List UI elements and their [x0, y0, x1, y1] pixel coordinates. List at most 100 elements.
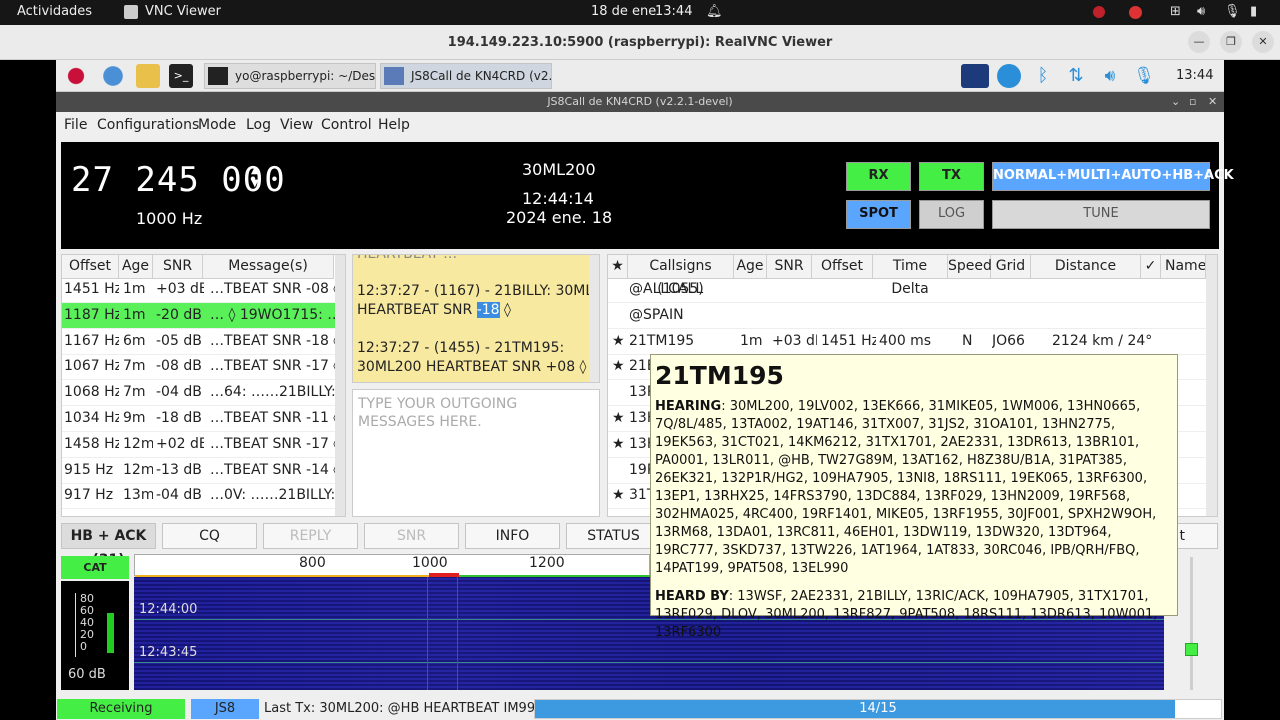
tray-app-icon[interactable] [1129, 6, 1142, 19]
row-message: …64: ……21BILLY: … [210, 384, 335, 401]
app-menu[interactable]: VNC Viewer [145, 4, 221, 19]
vnc-server-icon[interactable] [961, 64, 989, 88]
system-date[interactable]: 18 de ene [591, 4, 656, 19]
band-row[interactable]: 915 Hz 12m -13 dB …TBEAT SNR -14 ◊ [62, 458, 335, 484]
raspberry-menu-icon[interactable] [64, 64, 88, 88]
col-offset[interactable]: Offset [812, 255, 873, 279]
reply-button[interactable]: REPLY [263, 523, 358, 549]
col-age[interactable]: Age [734, 255, 767, 279]
tune-button[interactable]: TUNE [992, 200, 1210, 229]
volume-icon[interactable]: 🔊︎ [1197, 4, 1205, 19]
band-row[interactable]: 1034 Hz 9m -18 dB …TBEAT SNR -11 ◊ [62, 406, 335, 432]
cq-button[interactable]: CQ [162, 523, 257, 549]
col-star[interactable]: ★ [608, 255, 628, 279]
terminal-icon [208, 67, 228, 85]
tray-red-icon[interactable] [1093, 6, 1105, 18]
bluetooth-icon[interactable]: ᛒ [1031, 64, 1055, 88]
rx-line: 30ML200 HEARTBEAT SNR +08 ◊ [357, 359, 587, 375]
col-age[interactable]: Age [119, 255, 153, 279]
col-name[interactable]: Name [1161, 255, 1206, 279]
meter-scale: 80 60 40 20 0 [75, 593, 99, 657]
network-icon[interactable]: ⊞ [1170, 4, 1181, 19]
tx-button[interactable]: TX [919, 162, 984, 191]
info-button[interactable]: INFO [465, 523, 560, 549]
maximize-icon[interactable]: ▫ [1189, 92, 1196, 112]
task-js8call[interactable]: JS8Call de KN4CRD (v2... [380, 63, 552, 89]
row-snr: -18 dB [156, 410, 202, 426]
call-row[interactable]: @SPAIN [608, 303, 1206, 329]
chevron-down-icon[interactable]: ⌄ [1171, 92, 1180, 112]
menu-file[interactable]: File [64, 117, 87, 133]
download-icon[interactable] [997, 64, 1021, 88]
maximize-icon[interactable]: ❐ [1220, 31, 1242, 53]
task-terminal[interactable]: yo@raspberrypi: ~/Des... [204, 63, 376, 89]
js8call-titlebar: JS8Call de KN4CRD (v2.2.1-devel) ⌄ ▫ ✕ [56, 92, 1224, 112]
volume-icon[interactable]: 🔊︎ [1098, 64, 1122, 88]
hb-ack-button[interactable]: HB + ACK (31) [61, 523, 156, 568]
menu-configurations[interactable]: Configurations [97, 117, 199, 133]
col-messages[interactable]: Message(s) [203, 255, 334, 279]
band-row[interactable]: 1067 Hz 7m -08 dB …TBEAT SNR -17 ◊ [62, 354, 335, 381]
call-dist: 2124 km / 24° [1052, 332, 1152, 349]
system-time[interactable]: 13:44 [655, 4, 692, 19]
rx-partial-line: HEARTBEAT … [357, 254, 458, 262]
activities-button[interactable]: Actividades [17, 4, 92, 19]
gain-slider-handle[interactable] [1185, 643, 1198, 656]
battery-icon[interactable]: ▮ [1250, 4, 1257, 19]
status-button[interactable]: STATUS [566, 523, 661, 549]
band-row[interactable]: 1187 Hz1m -20 dB … ◊ 19WO1715: ….. [62, 302, 335, 329]
microphone-icon[interactable]: 🎙︎ [1132, 64, 1156, 88]
call-row[interactable]: ★21TM195 1m +03 dB1451 Hz400 ms N JO66 2124 k… [608, 329, 1206, 355]
row-snr: -08 dB [156, 358, 202, 375]
tooltip-heard-by: HEARD BY: 13WSF, 2AE2331, 21BILLY, 13RIC… [655, 588, 1173, 642]
col-callsign[interactable]: Callsigns (1055) [628, 255, 734, 297]
bell-icon[interactable]: 🔔︎ [706, 4, 723, 19]
menu-control[interactable]: Control [321, 117, 372, 133]
close-icon[interactable]: ✕ [1208, 92, 1217, 112]
row-snr: -05 dB [156, 332, 202, 349]
col-time-delta[interactable]: Time Delta [873, 255, 948, 297]
menu-help[interactable]: Help [378, 117, 410, 133]
calls-scrollbar[interactable] [1206, 255, 1217, 516]
close-icon[interactable]: ✕ [1252, 31, 1274, 53]
frequency-spin-icon[interactable]: ▲ ▼ [251, 164, 259, 190]
tx-message-input[interactable]: TYPE YOUR OUTGOING MESSAGES HERE. [352, 389, 600, 517]
snr-button[interactable]: SNR [364, 523, 459, 549]
terminal-icon[interactable]: >_ [169, 64, 193, 88]
rx-button[interactable]: RX [846, 162, 911, 191]
col-snr[interactable]: SNR [153, 255, 203, 279]
minimize-icon[interactable]: — [1188, 31, 1210, 53]
spot-button[interactable]: SPOT [846, 200, 911, 229]
rx-scrollbar[interactable] [589, 255, 599, 382]
system-top-bar: Actividades VNC Viewer 18 de ene 13:44 🔔… [0, 0, 1280, 25]
band-row[interactable]: 1451 Hz 1m +03 dB …TBEAT SNR -08 ◊ [62, 277, 335, 303]
col-check[interactable]: ✓ [1141, 255, 1161, 279]
network-icon[interactable]: ⇅ [1064, 64, 1088, 88]
menu-log[interactable]: Log [246, 117, 271, 133]
band-row[interactable]: 917 Hz 13m-04 dB …0V: ……21BILLY: … [62, 483, 335, 510]
col-offset[interactable]: Offset [62, 255, 119, 279]
freq-tick-label: 1000 [412, 555, 448, 571]
col-grid[interactable]: Grid [991, 255, 1031, 279]
menu-mode[interactable]: Mode [198, 117, 236, 133]
rx-cursor-line [427, 577, 428, 690]
band-row[interactable]: 1167 Hz 6m -05 dB …TBEAT SNR -18 ◊ [62, 329, 335, 355]
call-call: @SPAIN [629, 306, 684, 323]
band-row[interactable]: 1458 Hz 12m +02 dB …TBEAT SNR -17 ◊ [62, 432, 335, 458]
band-scrollbar[interactable] [335, 255, 345, 516]
call-star: ★ [612, 487, 625, 504]
log-button[interactable]: LOG [919, 200, 984, 229]
rx-text-panel[interactable]: HEARTBEAT … 12:37:27 - (1167) - 21BILLY:… [352, 254, 600, 383]
col-speed[interactable]: Speed [948, 255, 992, 279]
frequency-scale[interactable]: 800 1000 1200 [134, 554, 651, 578]
mode-indicator: JS8 [191, 699, 259, 719]
band-row[interactable]: 1068 Hz7m -04 dB …64: ……21BILLY: … [62, 380, 335, 407]
menu-view[interactable]: View [280, 117, 313, 133]
microphone-icon[interactable]: 🎙︎ [1224, 4, 1241, 19]
mode-button[interactable]: NORMAL+MULTI+AUTO+HB+ACK [992, 162, 1234, 191]
browser-icon[interactable] [101, 64, 125, 88]
col-snr[interactable]: SNR [767, 255, 812, 279]
call-row[interactable]: @ALLCALL [608, 277, 1206, 303]
col-distance[interactable]: Distance [1031, 255, 1141, 279]
file-manager-icon[interactable] [136, 64, 160, 88]
